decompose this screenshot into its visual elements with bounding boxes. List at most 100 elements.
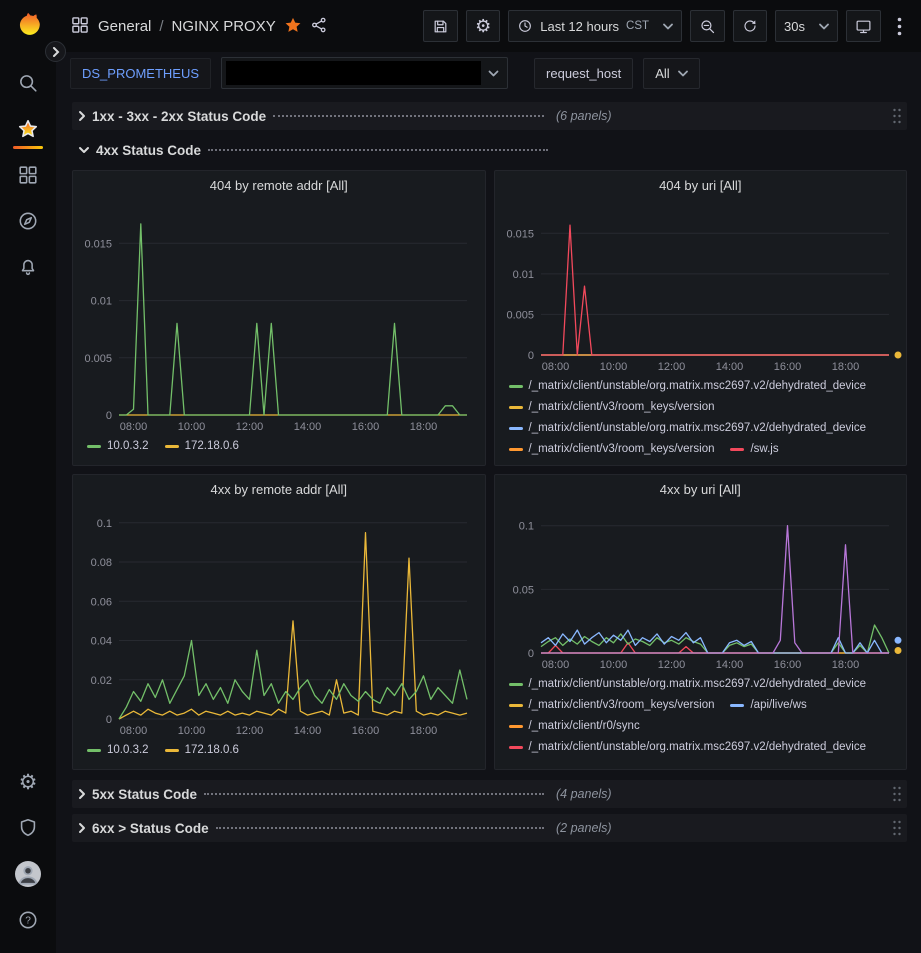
time-series-chart[interactable]: 00.0050.010.01508:0010:0012:0014:0016:00… bbox=[495, 199, 907, 375]
sidebar-item-profile[interactable] bbox=[8, 854, 48, 894]
svg-text:?: ? bbox=[25, 916, 31, 927]
svg-text:08:00: 08:00 bbox=[120, 421, 148, 433]
star-icon bbox=[17, 118, 39, 140]
legend-item[interactable]: /_matrix/client/unstable/org.matrix.msc2… bbox=[509, 377, 867, 395]
legend-item[interactable]: 10.0.3.2 bbox=[87, 741, 149, 759]
time-range-picker[interactable]: Last 12 hours CST bbox=[508, 10, 682, 42]
legend-label: 172.18.0.6 bbox=[185, 437, 239, 455]
bell-icon bbox=[17, 256, 39, 278]
legend-item[interactable]: /_matrix/client/v3/room_keys/version bbox=[509, 398, 715, 416]
monitor-icon bbox=[855, 18, 872, 35]
panel-title[interactable]: 404 by uri [All] bbox=[495, 171, 907, 199]
breadcrumb-folder[interactable]: General bbox=[98, 18, 151, 35]
legend-item[interactable]: /_matrix/client/v3/room_keys/version bbox=[509, 440, 715, 458]
refresh-interval-dropdown[interactable]: 30s bbox=[775, 10, 838, 42]
legend-label: /_matrix/client/v3/room_keys/version bbox=[529, 696, 715, 714]
legend-label: /_matrix/client/unstable/org.matrix.msc2… bbox=[529, 419, 867, 437]
legend-item[interactable]: /_matrix/client/unstable/org.matrix.msc2… bbox=[509, 738, 867, 756]
panel-count: (6 panels) bbox=[556, 109, 612, 123]
legend-item[interactable]: 172.18.0.6 bbox=[165, 741, 239, 759]
sidebar-expand-button[interactable] bbox=[45, 41, 66, 62]
svg-text:0: 0 bbox=[527, 648, 533, 660]
breadcrumb-separator: / bbox=[159, 18, 163, 35]
legend-item[interactable]: /_matrix/client/unstable/org.matrix.msc2… bbox=[509, 419, 867, 437]
panel-title[interactable]: 4xx by uri [All] bbox=[495, 475, 907, 503]
sidebar-item-help[interactable]: ? bbox=[8, 900, 48, 940]
dotted-leader bbox=[204, 793, 544, 795]
row-drag-handle[interactable] bbox=[892, 785, 902, 806]
dotted-leader bbox=[208, 149, 548, 151]
apps-grid-icon[interactable] bbox=[70, 15, 90, 38]
request-host-variable-select[interactable]: All bbox=[643, 58, 699, 89]
panel-count: (2 panels) bbox=[556, 821, 612, 835]
chevron-down-icon bbox=[488, 70, 499, 77]
chevron-down-icon bbox=[663, 23, 673, 30]
chevron-right-icon bbox=[52, 47, 60, 57]
svg-text:10:00: 10:00 bbox=[599, 659, 627, 671]
svg-text:08:00: 08:00 bbox=[541, 659, 569, 671]
panel-title[interactable]: 4xx by remote addr [All] bbox=[73, 475, 485, 503]
svg-text:14:00: 14:00 bbox=[294, 725, 322, 737]
row-6xx[interactable]: 6xx > Status Code (2 panels) bbox=[72, 814, 907, 842]
svg-text:14:00: 14:00 bbox=[715, 361, 743, 373]
dashboard-settings-button[interactable]: ⚙ bbox=[466, 10, 500, 42]
redacted-value bbox=[226, 61, 481, 85]
row-title: 5xx Status Code bbox=[92, 787, 197, 802]
legend-label: /_matrix/client/unstable/org.matrix.msc2… bbox=[529, 675, 867, 693]
legend-swatch bbox=[509, 406, 523, 409]
datasource-variable-select[interactable] bbox=[221, 57, 508, 89]
legend-item[interactable]: 172.18.0.6 bbox=[165, 437, 239, 455]
time-series-chart[interactable]: 00.0050.010.01508:0010:0012:0014:0016:00… bbox=[73, 199, 485, 435]
request-host-value: All bbox=[655, 66, 669, 81]
datasource-variable-label[interactable]: DS_PROMETHEUS bbox=[70, 58, 211, 89]
legend-item[interactable]: /_matrix/client/v3/room_keys/version bbox=[509, 696, 715, 714]
sidebar-item-dashboards[interactable] bbox=[8, 155, 48, 195]
kebab-icon bbox=[897, 17, 902, 36]
chart-legend: 10.0.3.2 172.18.0.6 bbox=[73, 739, 485, 769]
request-host-variable-label[interactable]: request_host bbox=[534, 58, 633, 89]
sidebar-item-explore[interactable] bbox=[8, 201, 48, 241]
time-series-chart[interactable]: 00.020.040.060.080.108:0010:0012:0014:00… bbox=[73, 503, 485, 739]
legend-item[interactable]: /_matrix/client/unstable/org.matrix.msc2… bbox=[509, 675, 867, 693]
svg-text:14:00: 14:00 bbox=[294, 421, 322, 433]
sidebar-item-alerting[interactable] bbox=[8, 247, 48, 287]
panel-title[interactable]: 404 by remote addr [All] bbox=[73, 171, 485, 199]
legend-item[interactable]: /sw.js bbox=[730, 440, 778, 458]
panel-404-by-remote-addr: 404 by remote addr [All] 00.0050.010.015… bbox=[72, 170, 486, 466]
search-icon bbox=[17, 72, 39, 94]
panel-4xx-by-remote-addr: 4xx by remote addr [All] 00.020.040.060.… bbox=[72, 474, 486, 770]
row-1xx-3xx-2xx[interactable]: 1xx - 3xx - 2xx Status Code (6 panels) bbox=[72, 102, 907, 130]
sidebar-item-configuration[interactable]: ⚙ bbox=[8, 762, 48, 802]
row-5xx[interactable]: 5xx Status Code (4 panels) bbox=[72, 780, 907, 808]
sidebar-item-server-admin[interactable] bbox=[8, 808, 48, 848]
share-icon[interactable] bbox=[310, 16, 328, 37]
svg-text:16:00: 16:00 bbox=[352, 421, 380, 433]
zoom-out-button[interactable] bbox=[690, 10, 725, 42]
legend-item[interactable]: 10.0.3.2 bbox=[87, 437, 149, 455]
svg-text:0.08: 0.08 bbox=[91, 557, 112, 569]
dashboard-title[interactable]: NGINX PROXY bbox=[172, 18, 276, 35]
panel-404-by-uri: 404 by uri [All] 00.0050.010.01508:0010:… bbox=[494, 170, 908, 466]
legend-item[interactable]: /api/live/ws bbox=[730, 696, 806, 714]
grafana-logo[interactable] bbox=[11, 8, 45, 42]
time-series-chart[interactable]: 00.050.108:0010:0012:0014:0016:0018:00 bbox=[495, 503, 907, 673]
svg-text:12:00: 12:00 bbox=[236, 725, 264, 737]
legend-swatch bbox=[165, 445, 179, 448]
more-options-button[interactable] bbox=[889, 10, 909, 42]
sidebar-item-starred[interactable] bbox=[8, 109, 48, 149]
refresh-button[interactable] bbox=[733, 10, 767, 42]
row-4xx[interactable]: 4xx Status Code bbox=[72, 136, 907, 164]
sidebar-item-search[interactable] bbox=[8, 63, 48, 103]
save-dashboard-button[interactable] bbox=[423, 10, 458, 42]
legend-label: 10.0.3.2 bbox=[107, 741, 149, 759]
row-title: 6xx > Status Code bbox=[92, 821, 209, 836]
gear-icon: ⚙ bbox=[19, 772, 38, 793]
svg-text:0.04: 0.04 bbox=[91, 636, 112, 648]
tv-mode-button[interactable] bbox=[846, 10, 881, 42]
legend-item[interactable]: /_matrix/client/r0/sync bbox=[509, 717, 640, 735]
row-drag-handle[interactable] bbox=[892, 819, 902, 840]
row-drag-handle[interactable] bbox=[892, 107, 902, 128]
legend-swatch bbox=[87, 749, 101, 752]
svg-text:18:00: 18:00 bbox=[410, 421, 438, 433]
favorite-star-icon[interactable] bbox=[284, 16, 302, 37]
